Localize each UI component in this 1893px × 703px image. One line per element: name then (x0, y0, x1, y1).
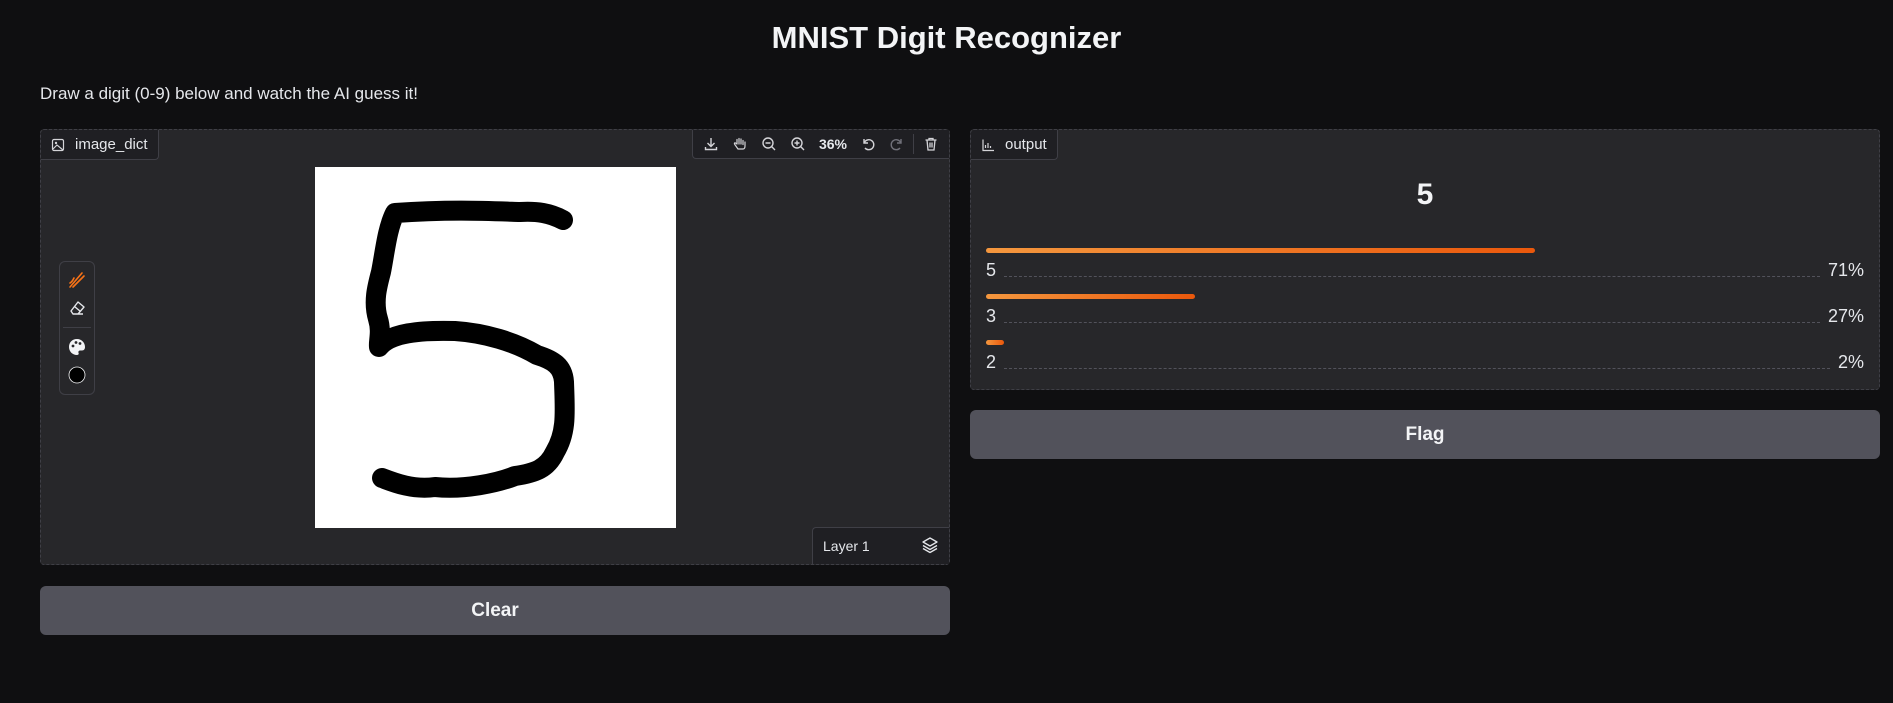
confidence-leader (1004, 322, 1820, 323)
confidence-bar (986, 340, 1004, 345)
toolbar-divider (913, 134, 914, 154)
layer-label: Layer 1 (823, 538, 870, 554)
confidence-row: 2 2% (986, 338, 1864, 384)
page-title: MNIST Digit Recognizer (771, 20, 1122, 55)
layers-icon (921, 536, 939, 557)
drawing-canvas[interactable] (315, 167, 676, 528)
confidence-text: 2 2% (986, 352, 1864, 373)
editor-toolbar: 36% (691, 130, 949, 159)
pan-hand-icon[interactable] (726, 130, 755, 158)
drawn-digit-stroke (365, 200, 575, 498)
output-label-text: output (1005, 136, 1047, 153)
eraser-icon[interactable] (63, 294, 91, 322)
palette-divider (63, 327, 91, 328)
layer-selector[interactable]: Layer 1 (812, 527, 949, 564)
image-editor-label: image_dict (41, 130, 159, 160)
page-description: Draw a digit (0-9) below and watch the A… (40, 84, 418, 103)
output-label: output (971, 130, 1058, 160)
clear-button[interactable]: Clear (40, 586, 950, 635)
zoom-level: 36% (818, 136, 847, 152)
tool-palette (59, 261, 95, 395)
confidence-row: 3 27% (986, 292, 1864, 338)
brush-size-icon[interactable] (63, 361, 91, 389)
confidence-label: 5 (986, 260, 997, 280)
confidence-bar (986, 294, 1195, 299)
confidence-label: 3 (986, 306, 997, 326)
image-editor-label-text: image_dict (75, 136, 148, 153)
confidence-label: 2 (986, 352, 997, 372)
download-icon[interactable] (697, 130, 726, 158)
confidence-value: 2% (1837, 352, 1864, 372)
zoom-out-icon[interactable] (755, 130, 784, 158)
trash-icon[interactable] (916, 130, 945, 158)
confidence-leader (1004, 276, 1820, 277)
confidence-value: 27% (1827, 306, 1864, 326)
confidence-value: 71% (1827, 260, 1864, 280)
confidence-text: 3 27% (986, 306, 1864, 327)
palette-icon[interactable] (63, 333, 91, 361)
undo-icon[interactable] (853, 130, 882, 158)
confidence-list: 5 71% 3 27% 2 2% (986, 246, 1864, 384)
zoom-in-icon[interactable] (784, 130, 813, 158)
chart-icon (981, 138, 995, 152)
image-icon (51, 138, 65, 152)
flag-button[interactable]: Flag (970, 410, 1880, 459)
image-editor-panel: image_dict 36% Layer 1 (40, 129, 950, 565)
brush-icon[interactable] (63, 266, 91, 294)
confidence-leader (1004, 368, 1830, 369)
confidence-row: 5 71% (986, 246, 1864, 292)
confidence-bar (986, 248, 1535, 253)
confidence-text: 5 71% (986, 260, 1864, 281)
redo-icon[interactable] (882, 130, 911, 158)
predicted-label: 5 (1416, 178, 1434, 211)
